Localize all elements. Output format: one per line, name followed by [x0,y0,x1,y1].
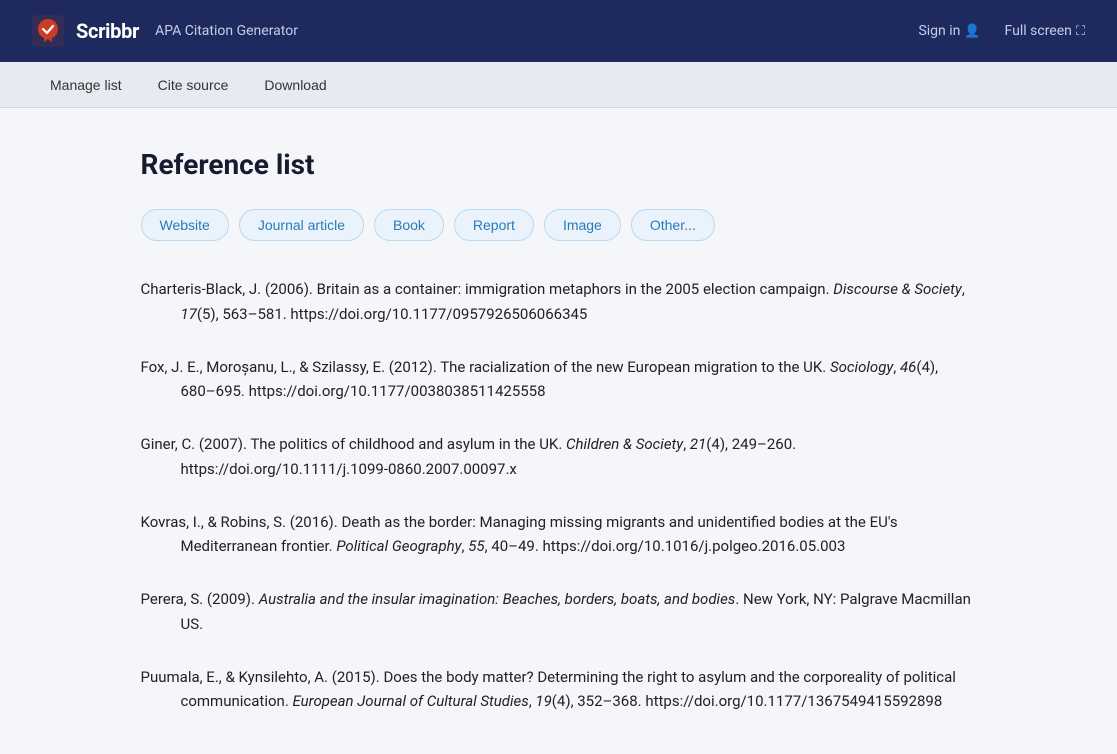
main-content: Reference list Website Journal article B… [109,108,1009,754]
manage-list-label: Manage list [50,77,122,93]
download-button[interactable]: Download [246,62,344,108]
app-subtitle: APA Citation Generator [155,23,298,39]
user-icon: 👤 [964,24,980,39]
cite-source-button[interactable]: Cite source [140,62,247,108]
table-row: Perera, S. (2009). Australia and the ins… [141,587,977,637]
table-row: Fox, J. E., Moroșanu, L., & Szilassy, E.… [141,355,977,405]
source-type-book[interactable]: Book [374,209,444,241]
cite-source-label: Cite source [158,77,229,93]
sign-in-link[interactable]: Sign in 👤 [918,23,980,39]
table-row: Kovras, I., & Robins, S. (2016). Death a… [141,510,977,560]
source-type-website[interactable]: Website [141,209,229,241]
brand-area: Scribbr APA Citation Generator [32,15,298,47]
full-screen-link[interactable]: Full screen ⛶ [1005,23,1085,39]
download-label: Download [264,77,326,93]
page-title: Reference list [141,148,977,181]
header-actions: Sign in 👤 Full screen ⛶ [918,23,1085,39]
sign-in-label: Sign in [918,23,960,39]
source-type-report[interactable]: Report [454,209,534,241]
toolbar: Manage list Cite source Download [0,62,1117,108]
fullscreen-icon: ⛶ [1076,24,1085,39]
reference-list: Charteris-Black, J. (2006). Britain as a… [141,277,977,714]
table-row: Puumala, E., & Kynsilehto, A. (2015). Do… [141,665,977,715]
manage-list-button[interactable]: Manage list [32,62,140,108]
source-type-list: Website Journal article Book Report Imag… [141,209,977,241]
scribbr-logo-icon [32,15,64,47]
app-header: Scribbr APA Citation Generator Sign in 👤… [0,0,1117,62]
brand-name: Scribbr [76,19,139,43]
table-row: Charteris-Black, J. (2006). Britain as a… [141,277,977,327]
source-type-other[interactable]: Other... [631,209,715,241]
source-type-journal-article[interactable]: Journal article [239,209,364,241]
table-row: Giner, C. (2007). The politics of childh… [141,432,977,482]
full-screen-label: Full screen [1005,23,1072,39]
source-type-image[interactable]: Image [544,209,621,241]
